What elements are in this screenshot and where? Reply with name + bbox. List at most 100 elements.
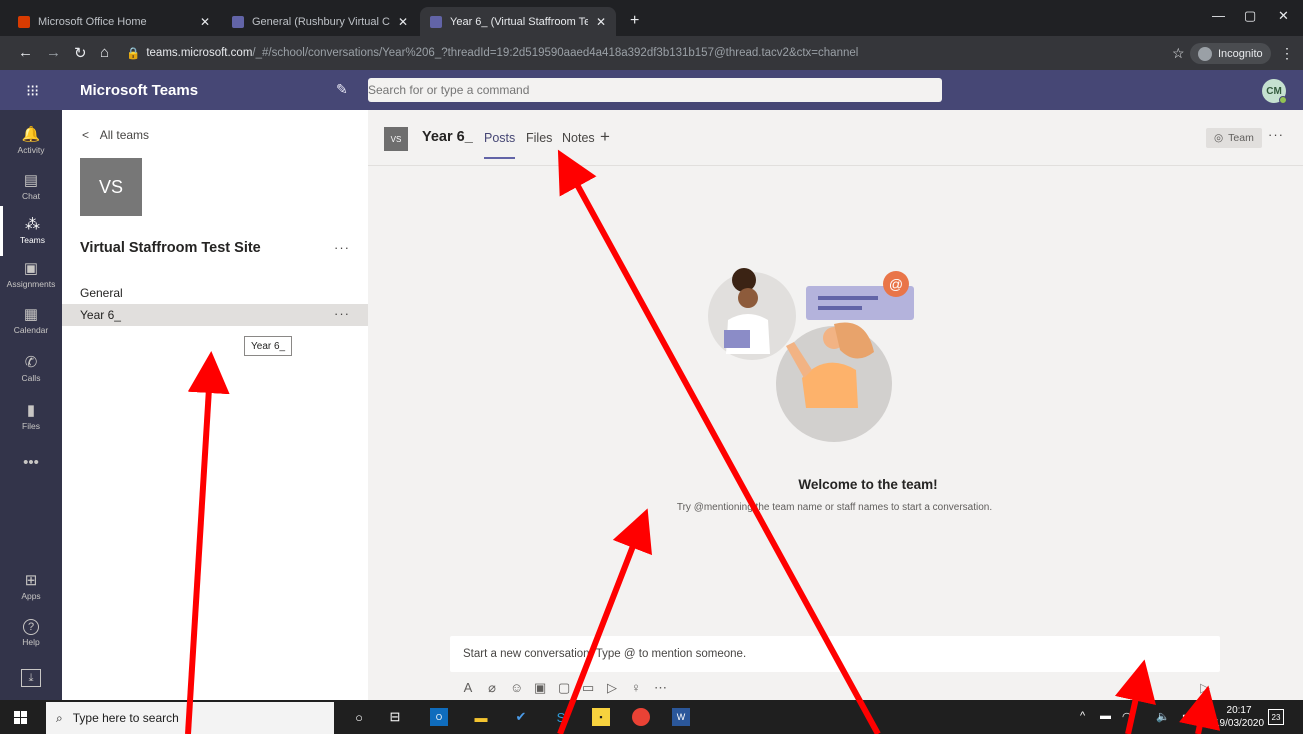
bookmark-star-icon[interactable]: ☆ [1172,45,1185,62]
todo-icon[interactable]: ✔ [512,708,530,726]
channel-header: VS Year 6_ Posts Files Notes + ◎ Team ··… [368,110,1303,166]
close-icon[interactable]: ✕ [200,15,210,29]
rail-item-calls[interactable]: ✆ Calls [0,344,62,394]
maximize-icon[interactable]: ▢ [1244,8,1256,24]
url-field[interactable]: 🔒 teams.microsoft.com /_#/school/convers… [126,42,1186,64]
word-icon[interactable]: W [672,708,690,726]
rail-item-apps[interactable]: ⊞ Apps [0,562,62,612]
new-tab-button[interactable]: + [630,12,639,30]
windows-start-icon[interactable] [14,711,27,724]
rail-item-activity[interactable]: 🔔 Activity [0,116,62,166]
team-button-label: Team [1228,132,1254,144]
notification-count: 23 [1271,712,1281,722]
back-arrow-icon[interactable]: ← [18,44,33,61]
header-more-icon[interactable]: ··· [1268,127,1284,142]
rail-item-calendar[interactable]: ▦ Calendar [0,296,62,346]
attach-icon[interactable]: ⌀ [486,680,498,696]
browser-address-bar: ← → ↻ ⌂ 🔒 teams.microsoft.com /_#/school… [0,36,1303,70]
channel-item-year6[interactable]: Year 6_ ··· [62,304,368,326]
notification-icon[interactable]: 23 [1268,709,1284,725]
emoji-icon[interactable]: ☺ [510,680,523,696]
person-head-left [738,288,758,308]
channel-more-icon[interactable]: ··· [334,306,350,321]
more-icon: ••• [23,454,39,471]
task-view-icon[interactable]: ⊟ [386,708,404,726]
chrome-icon[interactable] [632,708,650,726]
browser-tab-year6[interactable]: Year 6_ (Virtual Staffroom Test Sit ✕ [420,7,616,36]
browser-tab-office[interactable]: Microsoft Office Home ✕ [8,7,220,36]
more-options-icon[interactable]: ⋯ [654,680,667,696]
rail-item-assignments[interactable]: ▣ Assignments [0,250,62,300]
rail-label: Chat [22,191,40,201]
download-icon: ⤓ [21,669,41,687]
channel-label: General [80,286,123,300]
meet-now-icon[interactable]: ▭ [582,680,594,696]
channel-main: VS Year 6_ Posts Files Notes + ◎ Team ··… [368,110,1303,700]
browser-menu-icon[interactable]: ⋮ [1280,45,1294,62]
send-icon[interactable]: ▷ [1200,680,1210,696]
teams-header: ⁝⁝⁝ Microsoft Teams ✎ CM [0,70,1303,110]
message-line [818,296,878,300]
presence-icon [1279,96,1287,104]
rail-item-teams[interactable]: ⁂ Teams [0,206,62,256]
team-more-icon[interactable]: ··· [334,240,350,255]
all-teams-link[interactable]: < All teams [82,128,149,142]
tab-posts[interactable]: Posts [484,131,516,159]
volume-icon[interactable]: 🔈 [1156,710,1170,723]
incognito-badge[interactable]: Incognito [1190,43,1271,64]
lock-icon: 🔒 [126,48,141,60]
cortana-icon[interactable]: ○ [350,708,368,726]
add-tab-icon[interactable]: + [600,127,610,147]
close-icon[interactable]: ✕ [398,15,408,29]
reload-icon[interactable]: ↻ [74,44,87,62]
channel-title: Year 6_ [422,129,473,145]
search-input[interactable] [368,78,942,102]
sticky-notes-icon[interactable]: ▪ [592,708,610,726]
message-line [818,306,862,310]
team-tile: VS [80,158,142,216]
assignments-icon: ▣ [23,260,39,277]
gif-icon[interactable]: ▣ [534,680,546,696]
team-tile-initials: VS [98,176,123,197]
channel-tooltip: Year 6_ [244,336,293,356]
format-icon[interactable]: A [462,680,474,696]
tray-chevron-icon[interactable]: ^ [1080,710,1085,722]
tab-files[interactable]: Files [526,131,552,145]
wifi-icon[interactable]: ◠ [1122,710,1132,723]
browser-tab-general[interactable]: General (Rushbury Virtual Classr ✕ [222,7,418,36]
file-explorer-icon[interactable]: ▬ [472,708,490,726]
taskbar-search[interactable]: ⌕ Type here to search [46,702,334,734]
taskbar-clock[interactable]: 20:17 19/03/2020 [1214,704,1264,730]
forward-arrow-icon[interactable]: → [46,44,61,61]
channel-label: Year 6_ [80,308,121,322]
outlook-icon[interactable]: O [430,708,448,726]
rail-more-button[interactable]: ••• [0,438,62,488]
channel-item-general[interactable]: General [62,282,368,304]
new-chat-icon[interactable]: ✎ [336,81,348,98]
download-app-button[interactable]: ⤓ [0,660,62,696]
app-launcher-icon[interactable]: ⁝⁝⁝ [26,81,39,101]
rail-item-files[interactable]: ▮ Files [0,392,62,442]
rail-item-chat[interactable]: ▤ Chat [0,162,62,212]
stream-icon[interactable]: ▷ [606,680,618,696]
battery-icon[interactable]: ▬ [1100,710,1111,722]
teams-icon: ⁂ [25,216,40,233]
apps-icon: ⊞ [24,572,38,589]
minimize-icon[interactable]: — [1212,8,1225,23]
tab-notes[interactable]: Notes [562,131,595,145]
skype-icon[interactable]: S [552,708,570,726]
rail-item-help[interactable]: ? Help [0,608,62,658]
new-conversation-input[interactable]: Start a new conversation. Type @ to ment… [450,636,1220,672]
home-icon[interactable]: ⌂ [100,44,109,61]
avatar-initials: CM [1266,85,1282,97]
team-button[interactable]: ◎ Team [1206,128,1262,148]
window-close-icon[interactable]: ✕ [1278,8,1289,24]
avatar[interactable]: CM [1262,79,1287,104]
rail-label: Calls [21,373,41,383]
close-icon[interactable]: ✕ [596,15,606,29]
sticker-icon[interactable]: ▢ [558,680,570,696]
pen-icon[interactable]: ✒ [1182,710,1191,723]
chevron-left-icon: < [82,128,90,142]
praise-icon[interactable]: ♀ [630,680,642,696]
rail-label: Help [22,637,40,647]
